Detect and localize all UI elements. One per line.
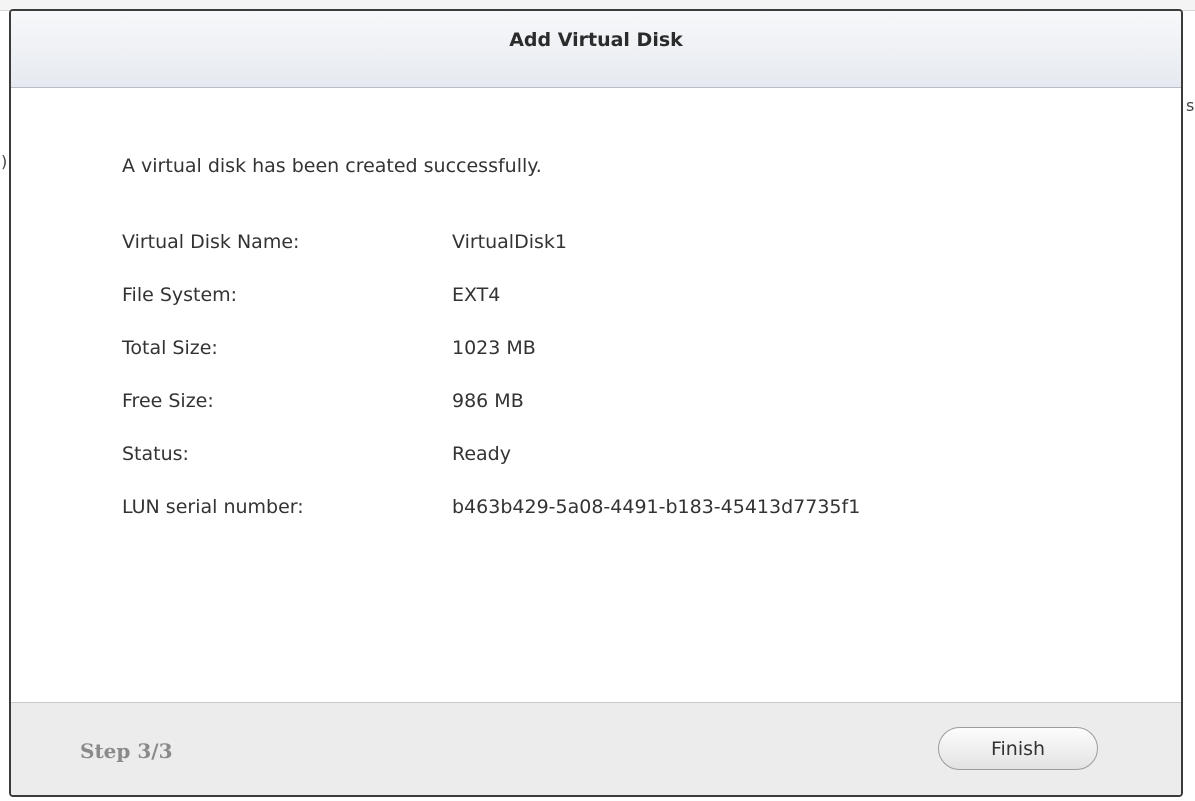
dialog-footer: Step 3/3 Finish [11, 702, 1181, 795]
detail-value: 1023 MB [452, 337, 536, 359]
success-message: A virtual disk has been created successf… [122, 155, 542, 177]
dialog-header: Add Virtual Disk [11, 11, 1181, 88]
background-text-fragment: ) [1, 152, 8, 171]
detail-row-status: Status: Ready [122, 443, 860, 496]
detail-label: File System: [122, 284, 238, 306]
finish-button[interactable]: Finish [938, 727, 1098, 770]
detail-value: EXT4 [452, 284, 501, 306]
lun-serial-value: b463b429-5a08-4491-b183-45413d7735f1 [452, 496, 861, 518]
detail-row-name: Virtual Disk Name: VirtualDisk1 [122, 231, 860, 284]
detail-row-total-size: Total Size: 1023 MB [122, 337, 860, 390]
detail-row-lun-serial: LUN serial number: b463b429-5a08-4491-b1… [122, 496, 860, 549]
background-text-fragment: s [1186, 96, 1195, 115]
dialog-body: A virtual disk has been created successf… [11, 88, 1181, 706]
detail-row-free-size: Free Size: 986 MB [122, 390, 860, 443]
detail-label: Status: [122, 443, 189, 465]
detail-label: Virtual Disk Name: [122, 231, 300, 253]
detail-value: VirtualDisk1 [452, 231, 567, 253]
detail-value: 986 MB [452, 390, 524, 412]
step-indicator: Step 3/3 [80, 739, 173, 763]
detail-row-file-system: File System: EXT4 [122, 284, 860, 337]
detail-label: Free Size: [122, 390, 214, 412]
detail-label: Total Size: [122, 337, 218, 359]
dialog-title: Add Virtual Disk [509, 29, 683, 51]
virtual-disk-details: Virtual Disk Name: VirtualDisk1 File Sys… [122, 231, 860, 549]
detail-label: LUN serial number: [122, 496, 304, 518]
status-value: Ready [452, 443, 511, 465]
add-virtual-disk-dialog: Add Virtual Disk A virtual disk has been… [9, 9, 1183, 797]
